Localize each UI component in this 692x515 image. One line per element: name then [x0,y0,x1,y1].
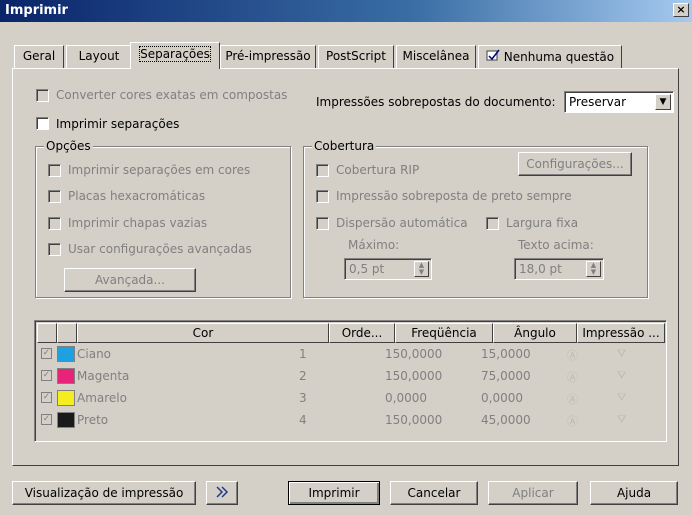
tab-nenhuma-questao[interactable]: Nenhuma questão [478,45,622,69]
fixed-width-label: Largura fixa [506,216,579,230]
expand-preview-button[interactable] [206,481,238,505]
option-empty-plates-label: Imprimir chapas vazias [68,216,208,230]
column-header-check[interactable] [37,323,57,343]
overprint-text-icon[interactable]: ⛛ [617,391,626,405]
spinner-arrows-icon[interactable]: ▲ ▼ [586,261,601,277]
dropdown-arrow-icon[interactable]: ▼ [655,94,671,110]
color-angle: 45,0000 [481,413,531,427]
color-order: 2 [299,369,307,383]
coverage-settings-button[interactable]: Configurações... [518,152,632,176]
text-above-spinner[interactable]: 18,0 pt ▲ ▼ [514,258,604,280]
check-doc-icon [486,49,500,64]
overprint-graphics-icon[interactable]: Ⓐ [567,347,578,363]
coverage-rip-checkbox[interactable] [316,164,329,177]
convert-spot-checkbox[interactable] [36,89,49,102]
table-row[interactable]: ✓ Amarelo 3 0,0000 0,0000 Ⓐ ⛛ [37,388,657,409]
text-above-label: Texto acima: [518,238,594,252]
overprint-black-checkbox[interactable] [316,190,329,203]
max-spinner[interactable]: 0,5 pt ▲ ▼ [344,258,432,280]
options-group-title: Opções [44,139,93,153]
overprint-black-label: Impressão sobreposta de preto sempre [336,189,572,203]
text-above-value: 18,0 pt [519,262,562,276]
apply-button[interactable]: Aplicar [488,481,578,505]
overprint-graphics-icon[interactable]: Ⓐ [567,369,578,385]
cancel-button[interactable]: Cancelar [390,481,478,505]
overprint-value: Preservar [569,95,627,109]
column-header-swatch[interactable] [57,323,77,343]
row-checkbox[interactable]: ✓ [41,348,52,359]
color-frequency: 0,0000 [385,391,427,405]
color-order: 1 [299,347,307,361]
color-swatch [57,346,75,362]
table-row[interactable]: ✓ Ciano 1 150,0000 15,0000 Ⓐ ⛛ [37,344,657,365]
color-name: Preto [77,413,109,427]
max-value: 0,5 pt [349,262,385,276]
double-arrow-icon [215,486,229,501]
overprint-select[interactable]: Preservar ▼ [564,91,674,113]
color-angle: 75,0000 [481,369,531,383]
color-order: 4 [299,413,307,427]
color-name: Ciano [77,347,112,361]
tab-layout[interactable]: Layout [66,45,132,69]
option-advanced-settings-label: Usar configurações avançadas [68,242,252,256]
option-empty-plates-checkbox[interactable] [48,217,61,230]
tab-geral[interactable]: Geral [14,45,64,69]
title-bar: Imprimir × [0,0,692,22]
color-angle: 15,0000 [481,347,531,361]
color-frequency: 150,0000 [385,347,443,361]
overprint-graphics-icon[interactable]: Ⓐ [567,413,578,429]
fixed-width-checkbox[interactable] [486,217,499,230]
table-row[interactable]: ✓ Preto 4 150,0000 45,0000 Ⓐ ⛛ [37,410,657,431]
color-swatch [57,368,75,384]
column-header-color[interactable]: Cor [77,323,329,343]
tab-separacoes[interactable]: Separações [130,42,220,69]
convert-spot-label: Converter cores exatas em compostas [56,88,288,102]
color-order: 3 [299,391,307,405]
column-header-angle[interactable]: Ângulo [493,323,577,343]
coverage-rip-label: Cobertura RIP [336,163,420,177]
color-frequency: 150,0000 [385,413,443,427]
overprint-graphics-icon[interactable]: Ⓐ [567,391,578,407]
coverage-group-title: Cobertura [312,139,377,153]
tab-postscript[interactable]: PostScript [318,45,394,69]
auto-spread-label: Dispersão automática [336,216,468,230]
print-button[interactable]: Imprimir [288,481,380,505]
window-title: Imprimir [5,3,68,18]
option-color-separations-checkbox[interactable] [48,164,61,177]
overprint-text-icon[interactable]: ⛛ [617,369,626,383]
print-separations-checkbox[interactable] [36,117,49,130]
option-hexachrome-checkbox[interactable] [48,190,61,203]
color-frequency: 150,0000 [385,369,443,383]
print-preview-button[interactable]: Visualização de impressão [12,481,196,505]
overprint-text-icon[interactable]: ⛛ [617,347,626,361]
advanced-button[interactable]: Avançada... [64,268,196,292]
max-label: Máximo: [348,238,400,252]
overprint-text-icon[interactable]: ⛛ [617,413,626,427]
help-button[interactable]: Ajuda [590,481,678,505]
row-checkbox[interactable]: ✓ [41,414,52,425]
option-color-separations-label: Imprimir separações em cores [68,163,251,177]
close-icon[interactable]: × [673,3,689,17]
overprint-label: Impressões sobrepostas do documento: [316,95,556,109]
column-header-frequency[interactable]: Freqüência [395,323,493,343]
color-name: Amarelo [77,391,127,405]
option-hexachrome-label: Placas hexacromáticas [68,189,206,203]
color-angle: 0,0000 [481,391,523,405]
print-separations-label: Imprimir separações [56,117,180,131]
tab-miscelanea[interactable]: Miscelânea [396,45,476,69]
color-name: Magenta [77,369,130,383]
color-swatch [57,390,75,406]
row-checkbox[interactable]: ✓ [41,392,52,403]
column-header-order[interactable]: Orde... [329,323,395,343]
color-list[interactable]: Cor Orde... Freqüência Ângulo Impressão … [34,320,667,442]
tab-pre-impressao[interactable]: Pré-impressão [220,45,316,69]
table-row[interactable]: ✓ Magenta 2 150,0000 75,0000 Ⓐ ⛛ [37,366,657,387]
color-swatch [57,412,75,428]
auto-spread-checkbox[interactable] [316,217,329,230]
spinner-arrows-icon[interactable]: ▲ ▼ [414,261,429,277]
column-header-printing[interactable]: Impressão ... [577,323,665,343]
row-checkbox[interactable]: ✓ [41,370,52,381]
option-advanced-settings-checkbox[interactable] [48,243,61,256]
